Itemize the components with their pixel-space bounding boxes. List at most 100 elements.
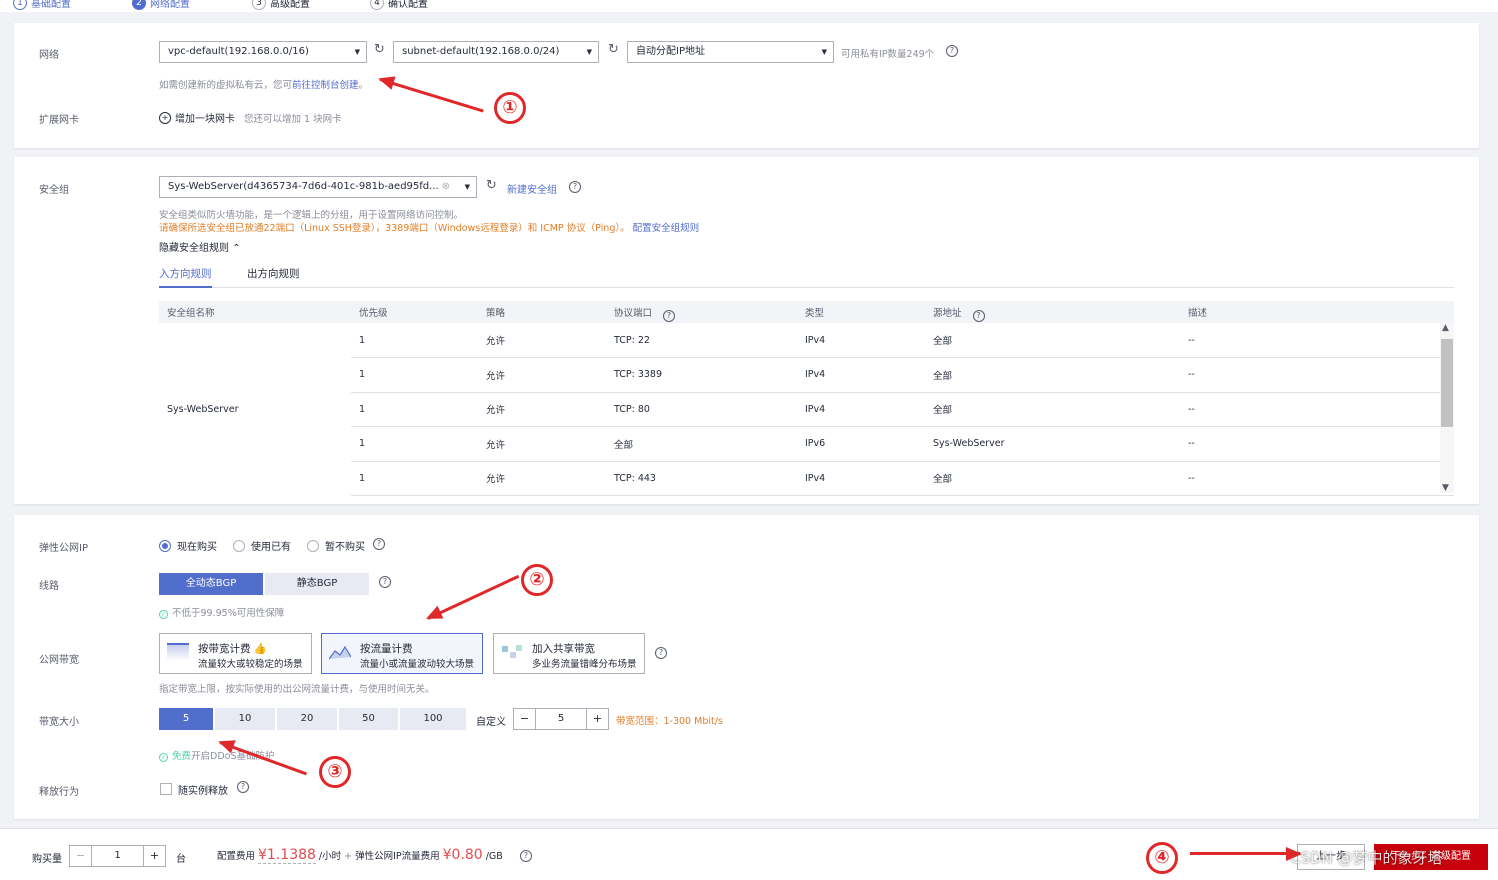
bandwidth-stepper[interactable]: − 5 + [513, 708, 609, 730]
shared-bandwidth-icon [501, 643, 523, 661]
radio-use-existing[interactable]: 使用已有 [233, 538, 291, 553]
help-icon[interactable]: ? [972, 309, 985, 322]
bandwidth-range: 带宽范围：1-300 Mbit/s [616, 716, 723, 727]
billing-by-traffic[interactable]: 按流量计费 流量小或流量波动较大场景 [321, 633, 483, 674]
help-icon[interactable]: ? [569, 181, 581, 193]
billing-by-bandwidth[interactable]: 按带宽计费 👍 流量较大或较稳定的场景 [159, 633, 312, 674]
plus-icon[interactable]: + [143, 846, 165, 866]
security-warn-line: 请确保所选安全组已放通22端口（Linux SSH登录），3389端口（Wind… [159, 223, 700, 234]
cell-source-link[interactable]: Sys-WebServer [925, 426, 1180, 462]
refresh-icon[interactable]: ↻ [486, 178, 497, 193]
radio-dot [307, 539, 319, 552]
line-static-bgp[interactable]: 静态BGP [265, 573, 369, 595]
cell-priority: 1 [351, 461, 478, 496]
step-network[interactable]: 2 网络配置 [132, 0, 190, 10]
bandwidth-option-50[interactable]: 50 [339, 708, 398, 730]
annotation-badge-4: ④ [1146, 842, 1178, 874]
eip-label: 弹性公网IP [39, 543, 88, 554]
bandwidth-input[interactable]: 5 [536, 709, 586, 729]
security-group-select[interactable]: Sys-WebServer(d4365734-7d6d-401c-981b-ae… [159, 176, 477, 198]
help-icon[interactable]: ? [655, 647, 667, 659]
cell-type: IPv4 [797, 392, 925, 427]
traffic-chart-icon [328, 643, 352, 661]
bandwidth-option-5[interactable]: 5 [159, 708, 213, 730]
ip-select[interactable]: 自动分配IP地址 ▼ [627, 41, 834, 63]
cell-source: 全部 [925, 392, 1180, 427]
qty-stepper[interactable]: − 1 + [69, 845, 166, 867]
tab-inbound[interactable]: 入方向规则 [159, 266, 212, 288]
add-nic-hint: 您还可以增加 1 块网卡 [244, 114, 342, 125]
fee-value[interactable]: ¥1.1388 [258, 847, 316, 864]
cell-port: TCP: 443 [606, 461, 797, 496]
cell-desc: -- [1180, 357, 1454, 393]
vpc-select[interactable]: vpc-default(192.168.0.0/16) ▼ [159, 41, 367, 63]
cell-port: TCP: 3389 [606, 357, 797, 393]
hide-rules-toggle[interactable]: 隐藏安全组规则 ⌃ [159, 239, 241, 254]
radio-buy-now[interactable]: 现在购买 [159, 538, 217, 553]
cell-source: 全部 [925, 357, 1180, 393]
bandwidth-option-10[interactable]: 10 [215, 708, 275, 730]
line-dynamic-bgp[interactable]: 全动态BGP [159, 573, 263, 595]
bandwidth-option-20[interactable]: 20 [277, 708, 337, 730]
help-icon[interactable]: ? [379, 576, 391, 588]
line-label: 线路 [39, 581, 59, 592]
refresh-icon[interactable]: ↻ [374, 42, 385, 57]
console-link[interactable]: 前往控制台创建 [292, 80, 359, 91]
help-icon[interactable]: ? [373, 538, 385, 550]
cell-desc: -- [1180, 392, 1454, 427]
qty-input[interactable]: 1 [92, 846, 143, 866]
cell-priority: 1 [351, 357, 478, 393]
annotation-badge-3: ③ [319, 756, 351, 788]
cell-type: IPv4 [797, 357, 925, 393]
chevron-up-icon[interactable]: ▲ [1442, 323, 1449, 333]
step-basic[interactable]: 1 基础配置 [13, 0, 71, 10]
cell-type: IPv6 [797, 426, 925, 462]
security-group-label: 安全组 [39, 185, 69, 196]
cell-desc: -- [1180, 426, 1454, 462]
config-rules-link[interactable]: 配置安全组规则 [633, 223, 700, 234]
watermark: CSDN @梦中的象牙塔 [1290, 849, 1443, 867]
step-bar: 1 基础配置 2 网络配置 3 高级配置 4 确认配置 [0, 0, 1498, 12]
help-icon[interactable]: ? [237, 781, 249, 793]
custom-label: 自定义 [476, 717, 506, 728]
step-advanced[interactable]: 3 高级配置 [252, 0, 310, 10]
cell-policy: 允许 [478, 392, 606, 427]
col-header: 安全组名称 [159, 301, 351, 323]
minus-icon[interactable]: − [70, 846, 92, 866]
billing-shared-bandwidth[interactable]: 加入共享带宽 多业务流量错峰分布场景 [493, 633, 645, 674]
bandwidth-size-label: 带宽大小 [39, 717, 79, 728]
step-confirm[interactable]: 4 确认配置 [370, 0, 428, 10]
help-icon[interactable]: ? [520, 850, 532, 862]
annotation-arrow-4 [1190, 852, 1300, 855]
chevron-down-icon[interactable]: ▼ [1442, 483, 1449, 493]
new-security-group-link[interactable]: 新建安全组 [507, 181, 557, 196]
cell-desc: -- [1180, 323, 1454, 358]
help-icon[interactable]: ? [946, 45, 958, 57]
vpc-hint: 如需创建新的虚拟私有云，您可前往控制台创建。 [159, 80, 369, 91]
bandwidth-option-100[interactable]: 100 [400, 708, 466, 730]
eip-card: 弹性公网IP 现在购买 使用已有 暂不购买 ? 线路 全动态BGP 静态BGP … [14, 515, 1479, 819]
cell-type: IPv4 [797, 323, 925, 358]
subnet-select[interactable]: subnet-default(192.168.0.0/24) ▼ [393, 41, 599, 63]
security-desc: 安全组类似防火墙功能，是一个逻辑上的分组，用于设置网络访问控制。 [159, 210, 464, 221]
cell-source: 全部 [925, 323, 1180, 358]
scrollbar-thumb[interactable] [1441, 339, 1453, 427]
release-checkbox[interactable] [160, 783, 172, 795]
thumb-up-icon: 👍 [253, 643, 267, 655]
tab-outbound[interactable]: 出方向规则 [247, 266, 300, 281]
rules-tabs: 入方向规则 出方向规则 [159, 266, 1454, 288]
clear-icon[interactable]: ⊗ [442, 177, 450, 197]
ext-nic-label: 扩展网卡 [39, 115, 79, 126]
minus-icon[interactable]: − [514, 709, 536, 729]
cell-policy: 允许 [478, 426, 606, 462]
refresh-icon[interactable]: ↻ [608, 42, 619, 57]
add-nic-button[interactable]: + 增加一块网卡 [159, 110, 235, 125]
check-circle-icon: ✓ [159, 610, 168, 619]
table-header-row: 安全组名称 优先级 策略 协议端口 ? 类型 源地址 ? 描述 [159, 301, 1454, 323]
check-circle-icon: ✓ [159, 753, 168, 762]
help-icon[interactable]: ? [663, 309, 676, 322]
plus-icon[interactable]: + [586, 709, 608, 729]
table-scrollbar[interactable]: ▲ ▼ [1440, 323, 1454, 493]
radio-not-buy[interactable]: 暂不购买 [307, 538, 365, 553]
chevron-down-icon: ▼ [464, 183, 470, 191]
